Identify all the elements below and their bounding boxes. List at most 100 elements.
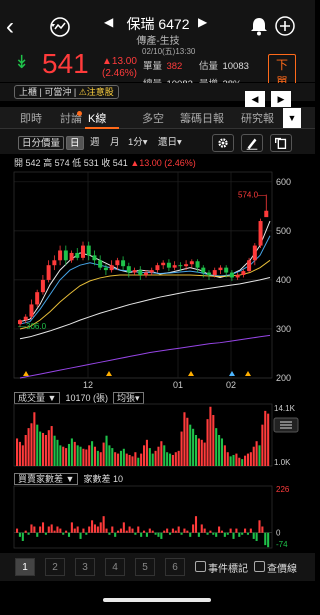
institutional-bar — [24, 530, 27, 533]
candle-body — [229, 272, 234, 278]
draw-pen-icon[interactable] — [241, 134, 263, 152]
low-label: 低 — [72, 158, 82, 168]
stock-sector: 傳產-生技 — [136, 36, 180, 47]
page-button-1[interactable]: 1 — [15, 558, 35, 576]
candle-body — [46, 265, 51, 280]
candle-body — [121, 260, 126, 267]
institutional-bar — [122, 522, 125, 533]
volume-bar — [36, 424, 39, 466]
event-marker-label: 事件標記 — [208, 564, 248, 575]
institutional-bar — [134, 532, 137, 535]
tab-5[interactable]: 研究報 — [241, 110, 274, 126]
volume-bar — [85, 449, 88, 466]
scroll-left-button[interactable]: ◀ — [245, 91, 265, 107]
volume-bar — [258, 445, 261, 466]
volume-bar — [73, 441, 76, 466]
institutional-bar — [232, 532, 235, 539]
page-button-6[interactable]: 6 — [165, 558, 185, 576]
volume-bar — [59, 445, 62, 466]
scroll-right-button[interactable]: ▶ — [271, 91, 291, 107]
adjust-select[interactable]: 還日▾ — [158, 136, 182, 150]
institutional-bar — [177, 526, 180, 533]
back-arrow-icon[interactable]: ‹ — [6, 14, 28, 40]
price-line-checkbox[interactable] — [254, 561, 265, 572]
candle-body — [115, 260, 120, 266]
volume-bar — [99, 452, 102, 466]
high-annotation: 574.0— — [238, 191, 266, 200]
institutional-bar — [194, 516, 198, 533]
period-month-button[interactable]: 月 — [110, 136, 120, 150]
volume-bar — [91, 441, 94, 466]
volume-bar — [30, 423, 33, 466]
new-dot-icon — [77, 111, 82, 116]
volume-bar — [229, 456, 232, 466]
institutional-bar — [91, 520, 94, 533]
status-badge-item: 可當沖 — [44, 87, 72, 97]
price-trend-icon: ↡ — [14, 52, 30, 72]
page-button-4[interactable]: 4 — [105, 558, 125, 576]
tab-0[interactable]: 即時 — [20, 110, 42, 126]
institutional-bar — [226, 532, 229, 535]
volume-bar — [148, 448, 151, 466]
minute-select[interactable]: 1分▾ — [128, 136, 148, 150]
volume-bar — [143, 445, 146, 466]
institutional-bar — [96, 526, 99, 533]
volume-bar — [160, 441, 163, 466]
event-marker-icon — [229, 371, 235, 376]
institutional-bar — [241, 532, 244, 535]
institutional-bar — [267, 532, 270, 548]
price-change-pct: (2.46%) — [102, 68, 138, 79]
institutional-bar — [111, 526, 114, 533]
volume-bar — [105, 435, 108, 466]
page-button-5[interactable]: 5 — [135, 558, 155, 576]
institutional-bar — [206, 532, 209, 535]
volume-bar — [200, 439, 203, 466]
rotate-screen-icon[interactable] — [270, 134, 292, 152]
institutional-bar — [131, 528, 134, 533]
institutional-bar — [215, 532, 218, 537]
institutional-bar — [264, 532, 267, 546]
institutional-bar — [249, 528, 252, 533]
institutional-bar — [59, 528, 62, 533]
institutional-bar-chart[interactable]: 226 0 -74 — [0, 484, 315, 552]
y-tick-label: 200 — [276, 373, 291, 383]
price-change: ▲13.00 (2.46%) — [102, 56, 137, 80]
bell-icon[interactable] — [248, 15, 270, 37]
period-week-button[interactable]: 週 — [90, 136, 100, 150]
page-button-2[interactable]: 2 — [45, 558, 65, 576]
institutional-bar — [261, 526, 264, 533]
volume-bar — [62, 446, 65, 466]
volume-bar — [44, 435, 47, 466]
settings-gear-icon[interactable] — [212, 134, 234, 152]
page-button-3[interactable]: 3 — [75, 558, 95, 576]
refresh-cycle-icon[interactable] — [48, 15, 72, 39]
close-label: 收 — [101, 158, 111, 168]
volume-bar — [189, 424, 192, 466]
volume-bar — [235, 453, 238, 466]
tab-4[interactable]: 籌碼日報 — [180, 110, 224, 126]
candle-body — [92, 255, 97, 261]
volume-bar — [50, 426, 53, 466]
institutional-bar — [105, 528, 108, 533]
event-marker-icon — [188, 371, 194, 376]
institutional-bar — [41, 522, 45, 533]
volume-bar-chart[interactable]: 14.1K 1.0K — [0, 402, 315, 470]
tab-3[interactable]: 多空 — [142, 110, 164, 126]
open-value: 542 — [25, 158, 41, 168]
institutional-bar — [154, 532, 157, 535]
tab-2[interactable]: K線 — [88, 110, 106, 126]
institutional-bar — [79, 532, 82, 539]
volume-bar — [79, 446, 82, 466]
next-stock-arrow[interactable]: ▶ — [198, 15, 207, 29]
add-watchlist-icon[interactable] — [274, 15, 296, 37]
event-marker-checkbox[interactable] — [195, 561, 206, 572]
status-badge: 上櫃 | 可當沖 | ⚠注意股 — [14, 85, 119, 99]
y-tick-label: 400 — [276, 275, 291, 285]
indicator-select[interactable]: 日分價量 — [18, 136, 65, 150]
volume-bar — [16, 438, 19, 466]
candle-body — [241, 271, 246, 275]
period-day-button[interactable]: 日 — [66, 136, 84, 150]
price-candlestick-chart[interactable]: 600 500 400 300 200 12 01 02 574.0— —306.0 — [0, 168, 315, 390]
volume-bar — [163, 445, 166, 466]
tab-more-button[interactable]: ▼ — [283, 108, 301, 128]
